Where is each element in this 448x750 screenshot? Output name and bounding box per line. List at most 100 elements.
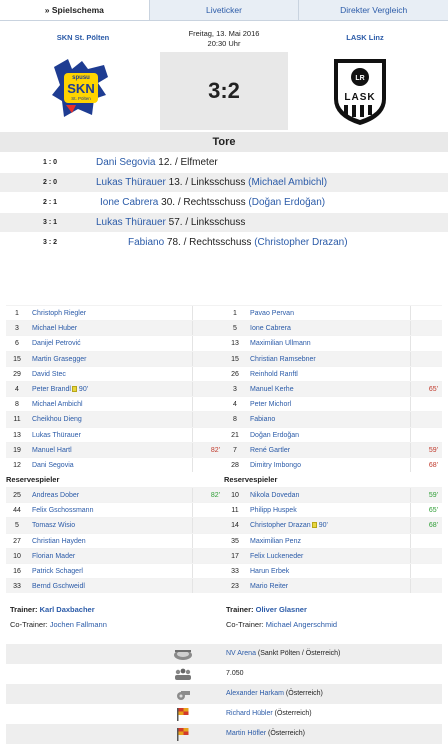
player-link[interactable]: Mario Reiter xyxy=(250,583,288,590)
player-row: 28 Dimitry Imbongo 68' xyxy=(224,456,442,473)
player-row: 21 Doğan Erdoğan xyxy=(224,426,442,443)
player-row: 33 Harun Erbek xyxy=(224,563,442,579)
referee-link[interactable]: Alexander Harkam xyxy=(226,690,284,697)
column-divider xyxy=(192,427,193,442)
player-link[interactable]: Michael Ambichl xyxy=(32,401,83,408)
home-trainer: Trainer: Karl Daxbacher xyxy=(10,605,107,614)
player-link[interactable]: Manuel Kerhe xyxy=(250,386,294,393)
player-row: 15 Martin Grasegger xyxy=(6,350,224,366)
player-link[interactable]: Christopher Drazan xyxy=(250,522,311,529)
home-team-logo[interactable]: spusu SKN St. Pölten xyxy=(48,55,116,125)
player-link[interactable]: Maximilian Ullmann xyxy=(250,340,311,347)
column-divider xyxy=(192,321,193,336)
away-team-logo[interactable]: LR LASK xyxy=(330,55,390,129)
player-row: 5 Ione Cabrera xyxy=(224,320,442,336)
assistant-referee-row: Martin Höfler (Österreich) xyxy=(6,724,442,744)
player-link[interactable]: Doğan Erdoğan xyxy=(250,432,299,439)
tab-direkter-vergleich[interactable]: Direkter Vergleich xyxy=(299,0,448,20)
column-divider xyxy=(410,306,411,321)
goal-assist-link[interactable]: (Michael Ambichl) xyxy=(248,177,327,188)
player-link[interactable]: Fabiano xyxy=(250,416,275,423)
player-link[interactable]: Manuel Hartl xyxy=(32,447,72,454)
column-divider xyxy=(410,457,411,473)
player-row: 16 Patrick Schagerl xyxy=(6,563,224,579)
player-number: 8 xyxy=(233,416,237,424)
player-link[interactable]: Cheikhou Dieng xyxy=(32,416,82,423)
away-trainer-link[interactable]: Oliver Glasner xyxy=(256,605,307,614)
player-link[interactable]: René Gartler xyxy=(250,447,290,454)
player-link[interactable]: Christian Ramsebner xyxy=(250,356,316,363)
player-link[interactable]: Michael Huber xyxy=(32,325,77,332)
column-divider xyxy=(192,518,193,533)
player-link[interactable]: Maximilian Penz xyxy=(250,538,301,545)
player-row: 6 Danijel Petrović xyxy=(6,335,224,351)
player-name-cell: Fabiano xyxy=(250,412,275,427)
goal-scorer-link[interactable]: Ione Cabrera xyxy=(100,197,158,208)
column-divider xyxy=(192,412,193,427)
assistant-referee-link[interactable]: Richard Hübler xyxy=(226,710,273,717)
assistant-referee-country: (Österreich) xyxy=(266,730,305,737)
player-row: 4 Peter Brandl 90' xyxy=(6,380,224,397)
player-link[interactable]: Tomasz Wisio xyxy=(32,522,75,529)
goal-scorer-link[interactable]: Lukas Thürauer xyxy=(96,217,166,228)
tab-liveticker[interactable]: Liveticker xyxy=(150,0,300,20)
co-trainer-label: Co-Trainer: xyxy=(10,620,48,629)
player-link[interactable]: Felix Luckeneder xyxy=(250,553,303,560)
player-link[interactable]: Danijel Petrović xyxy=(32,340,81,347)
player-link[interactable]: Christian Hayden xyxy=(32,538,86,545)
column-divider xyxy=(410,533,411,548)
player-link[interactable]: Peter Michorl xyxy=(250,401,291,408)
player-link[interactable]: Florian Mader xyxy=(32,553,75,560)
player-link[interactable]: Dani Segovia xyxy=(32,462,74,469)
player-name-cell: Christian Hayden xyxy=(32,534,86,549)
player-link[interactable]: Nikola Dovedan xyxy=(250,492,299,499)
player-link[interactable]: Andreas Dober xyxy=(32,492,79,499)
player-link[interactable]: Patrick Schagerl xyxy=(32,568,83,575)
goal-row: 1 : 0 Dani Segovia 12. / Elfmeter xyxy=(0,152,448,172)
assistant-referee-link[interactable]: Martin Höfler xyxy=(226,730,266,737)
player-number: 16 xyxy=(13,568,21,575)
player-link[interactable]: Philipp Huspek xyxy=(250,507,297,514)
player-link[interactable]: David Stec xyxy=(32,371,66,378)
goal-score: 2 : 1 xyxy=(42,199,57,206)
player-number: 1 xyxy=(233,310,237,317)
home-trainer-link[interactable]: Karl Daxbacher xyxy=(40,605,95,614)
player-row: 27 Christian Hayden xyxy=(6,532,224,549)
player-link[interactable]: Christoph Riegler xyxy=(32,310,86,317)
player-link[interactable]: Bernd Gschweidl xyxy=(32,583,85,590)
column-divider xyxy=(192,366,193,381)
player-link[interactable]: Dimitry Imbongo xyxy=(250,462,301,469)
away-co-trainer-link[interactable]: Michael Angerschmid xyxy=(266,620,337,629)
home-team-link[interactable]: SKN St. Pölten xyxy=(8,33,158,42)
player-link[interactable]: Reinhold Ranftl xyxy=(250,371,298,378)
player-row: 13 Lukas Thürauer xyxy=(6,426,224,443)
tab-spielschema[interactable]: » Spielschema xyxy=(0,0,150,20)
goal-assist-link[interactable]: (Christopher Drazan) xyxy=(254,237,347,248)
player-link[interactable]: Felix Gschossmann xyxy=(32,507,93,514)
player-link[interactable]: Harun Erbek xyxy=(250,568,289,575)
column-divider xyxy=(410,503,411,518)
venue-link[interactable]: NV Arena xyxy=(226,650,256,657)
player-name-cell: Doğan Erdoğan xyxy=(250,428,299,443)
player-link[interactable]: Pavao Pervan xyxy=(250,310,294,317)
goals-title: Tore xyxy=(0,132,448,152)
goal-assist-link[interactable]: (Doğan Erdoğan) xyxy=(248,197,325,208)
player-name-cell: Lukas Thürauer xyxy=(32,428,81,443)
goal-scorer-link[interactable]: Dani Segovia xyxy=(96,157,155,168)
player-name-cell: Maximilian Penz xyxy=(250,534,301,549)
goal-scorer-link[interactable]: Fabiano xyxy=(128,237,164,248)
player-link[interactable]: Ione Cabrera xyxy=(250,325,291,332)
player-row: 26 Reinhold Ranftl xyxy=(224,365,442,381)
player-link[interactable]: Lukas Thürauer xyxy=(32,432,81,439)
player-link[interactable]: Martin Grasegger xyxy=(32,356,86,363)
away-team-link[interactable]: LASK Linz xyxy=(290,33,440,42)
home-co-trainer-link[interactable]: Jochen Fallmann xyxy=(50,620,107,629)
player-number: 3 xyxy=(15,325,19,333)
column-divider xyxy=(192,306,193,321)
column-divider xyxy=(192,442,193,457)
goal-scorer-link[interactable]: Lukas Thürauer xyxy=(96,177,166,188)
column-divider xyxy=(192,533,193,548)
goal-detail: 13. / Linksschuss xyxy=(165,177,249,188)
column-divider xyxy=(410,548,411,563)
player-link[interactable]: Peter Brandl xyxy=(32,386,71,393)
